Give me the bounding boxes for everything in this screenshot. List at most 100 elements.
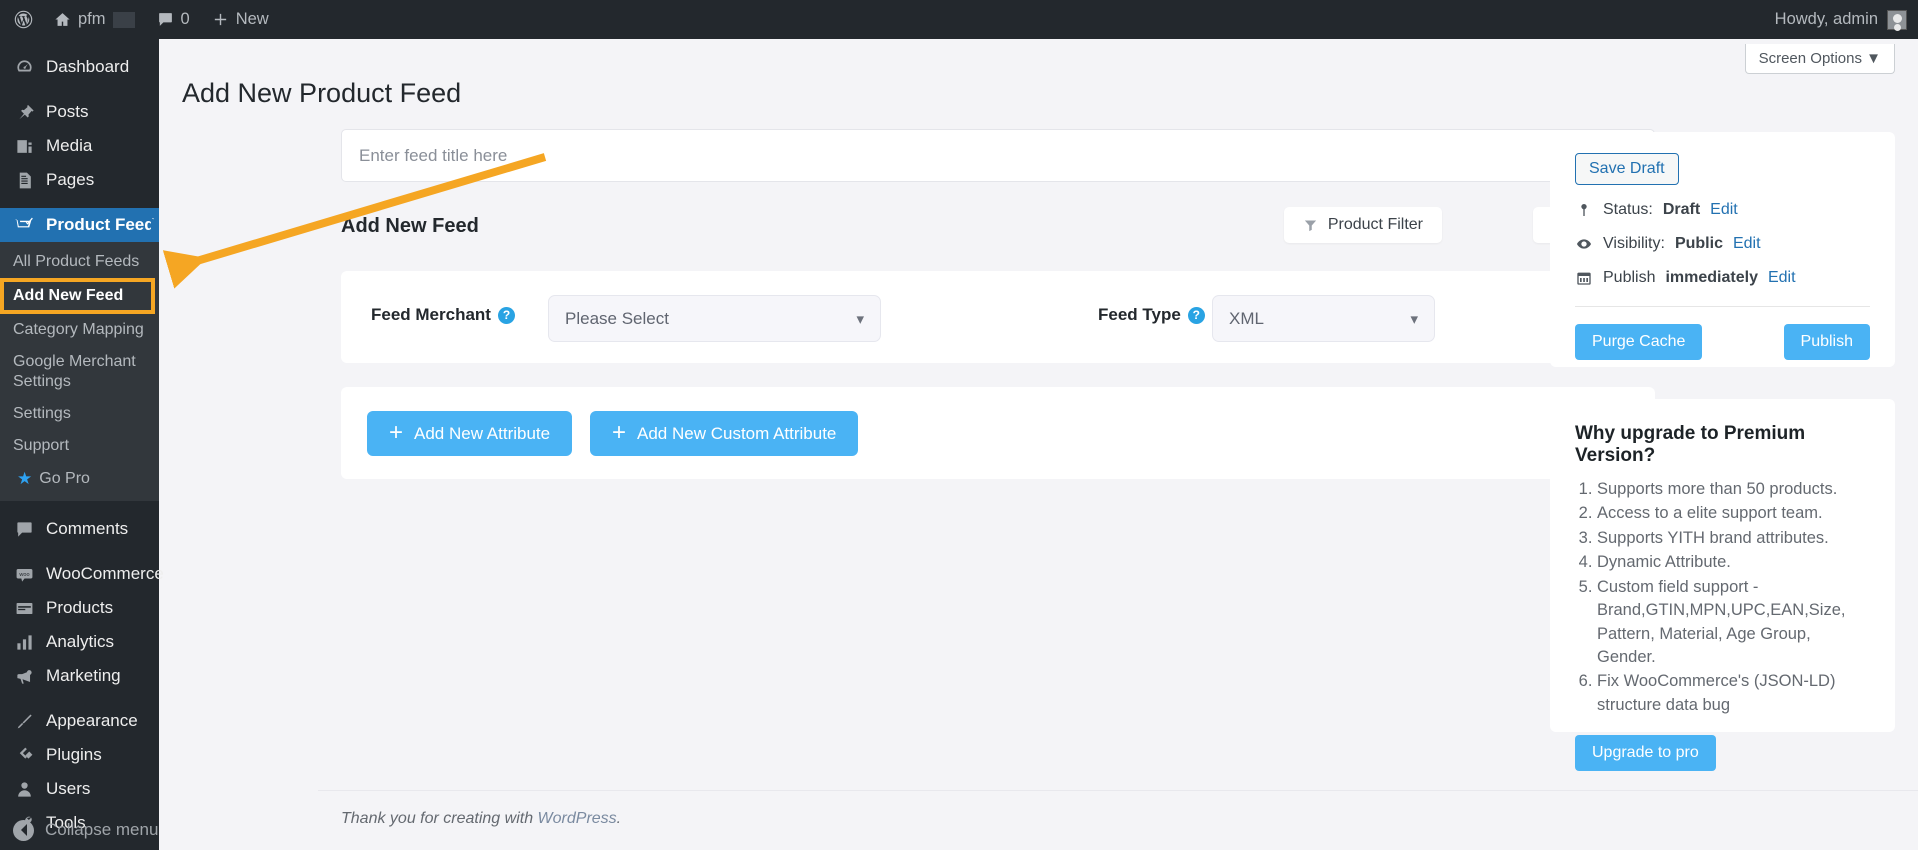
sidebar-item-all-product-feeds[interactable]: All Product Feeds [0,246,159,278]
save-draft-button[interactable]: Save Draft [1575,153,1679,185]
comments-count: 0 [180,10,190,28]
sidebar-item-comments[interactable]: Comments [0,512,159,546]
product-feed-icon [13,215,35,235]
list-item: Supports YITH brand attributes. [1597,527,1870,550]
upgrade-to-pro-button[interactable]: Upgrade to pro [1575,735,1716,772]
footer-credit-prefix: Thank you for creating with [341,810,538,827]
sidebar-item-posts[interactable]: Posts [0,95,159,129]
menu-spacer [0,197,159,208]
feed-type-select[interactable]: XML ▾ [1212,295,1435,342]
sidebar-item-support[interactable]: Support [0,430,159,462]
page-title: Add New Product Feed [182,78,462,108]
redacted-block [112,11,135,28]
sidebar-item-marketing[interactable]: Marketing [0,659,159,693]
add-new-custom-attribute-button[interactable]: + Add New Custom Attribute [590,411,859,456]
sidebar-item-label: Posts [46,102,89,121]
users-icon [13,780,35,799]
avatar [1887,9,1907,30]
site-name-menu[interactable]: pfm [43,0,146,39]
pin-icon [13,103,35,122]
sidebar-item-settings[interactable]: Settings [0,398,159,430]
collapse-menu-label: Collapse menu [45,820,159,839]
admin-bar: pfm 0 New Howdy, admin [0,0,1918,39]
media-icon [13,137,35,156]
sidebar-item-dashboard[interactable]: Dashboard [0,50,159,84]
menu-spacer [0,501,159,512]
sidebar-item-label: Media [46,136,93,155]
visibility-edit-link[interactable]: Edit [1733,235,1761,253]
sidebar-item-plugins[interactable]: Plugins [0,738,159,772]
sidebar-item-add-new-feed[interactable]: Add New Feed [0,278,155,314]
list-item: Fix WooCommerce's (JSON-LD) structure da… [1597,670,1870,717]
sidebar-item-woocommerce[interactable]: woo WooCommerce [0,557,164,591]
collapse-menu-button[interactable]: Collapse menu [0,810,159,850]
plus-icon: + [389,418,404,446]
menu-spacer [0,84,159,95]
sidebar-item-label: Analytics [46,632,115,652]
my-account-menu[interactable]: Howdy, admin [1774,9,1918,30]
star-icon: ★ [17,469,33,488]
add-new-attribute-label: Add New Attribute [414,423,551,443]
menu-spacer [0,39,159,50]
sidebar-item-label: WooCommerce [46,564,164,584]
eye-icon [1577,239,1591,249]
status-value: Draft [1662,201,1701,218]
feed-merchant-label-text: Feed Merchant [371,305,491,324]
plus-icon [214,13,226,26]
sidebar-item-appearance[interactable]: Appearance [0,704,159,738]
wordpress-link[interactable]: WordPress [538,810,617,827]
add-new-attribute-button[interactable]: + Add New Attribute [367,411,573,456]
feed-type-value: XML [1229,308,1264,328]
sidebar-item-label: Go Pro [39,469,90,487]
sidebar-item-go-pro[interactable]: ★ Go Pro [0,462,159,495]
filter-icon [1304,220,1316,231]
feed-merchant-value: Please Select [565,308,669,328]
feed-merchant-select[interactable]: Please Select ▾ [548,295,881,342]
new-content-menu[interactable]: New [201,0,280,39]
feed-section-header: Add New Feed Product Filter Settings [341,207,1655,253]
sidebar-item-pages[interactable]: Pages [0,163,159,197]
sidebar-item-users[interactable]: Users [0,772,159,806]
help-icon[interactable]: ? [497,306,515,324]
wordpress-logo-icon[interactable] [0,0,43,39]
products-icon [13,599,35,618]
publish-actions: Purge Cache Publish [1575,324,1870,360]
comments-bubble[interactable]: 0 [146,0,201,39]
footer-credit: Thank you for creating with WordPress. [341,810,621,828]
sidebar-item-google-merchant-settings[interactable]: Google Merchant Settings [0,346,159,398]
list-item: Custom field support - Brand,GTIN,MPN,UP… [1597,576,1870,670]
premium-benefits-list: Supports more than 50 products. Access t… [1597,478,1870,717]
sidebar-item-media[interactable]: Media [0,129,159,163]
sidebar-item-analytics[interactable]: Analytics [0,625,159,659]
howdy-label: Howdy, admin [1774,10,1878,28]
feed-type-label-text: Feed Type [1098,305,1181,324]
sidebar-item-product-feed[interactable]: Product Feed [0,208,159,242]
product-filter-button[interactable]: Product Filter [1283,207,1442,243]
new-label: New [235,10,269,28]
publish-date-row: Publish immediately Edit [1575,269,1870,287]
sidebar-item-category-mapping[interactable]: Category Mapping [0,314,159,346]
visibility-value: Public [1674,235,1723,252]
woocommerce-icon: woo [13,565,35,584]
list-item: Supports more than 50 products. [1597,478,1870,501]
help-icon[interactable]: ? [1187,306,1205,324]
premium-heading: Why upgrade to Premium Version? [1575,423,1806,466]
chevron-down-icon: ▾ [1410,310,1418,328]
visibility-row: Visibility: Public Edit [1575,235,1870,253]
sidebar-item-products[interactable]: Products [0,591,159,625]
merchant-card: Feed Merchant ? Please Select ▾ Feed Typ… [341,271,1655,363]
list-item: Access to a elite support team. [1597,502,1870,525]
admin-footer: Thank you for creating with WordPress. V… [318,790,1918,850]
sidebar-item-label: Appearance [46,711,138,731]
sidebar-item-label: Marketing [46,666,121,686]
feed-title-input[interactable] [341,129,1655,182]
purge-cache-button[interactable]: Purge Cache [1575,324,1703,360]
divider [1575,306,1870,307]
menu-spacer [0,546,159,557]
menu-spacer [0,693,159,704]
publish-edit-link[interactable]: Edit [1768,269,1796,287]
screen-options-button[interactable]: Screen Options ▼ [1744,44,1895,74]
publish-button[interactable]: Publish [1783,324,1870,360]
product-filter-label: Product Filter [1327,216,1423,233]
status-edit-link[interactable]: Edit [1710,201,1738,219]
